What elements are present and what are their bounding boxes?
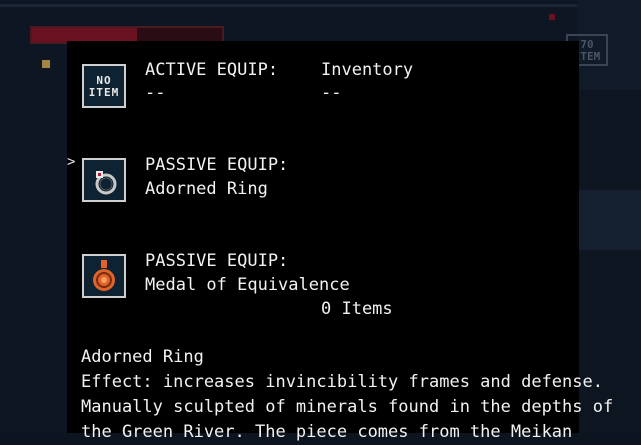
bg-pillar-block	[577, 190, 641, 250]
passive-slot-1[interactable]	[82, 158, 126, 202]
map-marker-icon	[42, 60, 50, 68]
ring-icon	[95, 171, 117, 195]
passive-1-title: PASSIVE EQUIP:	[145, 155, 289, 175]
description-line-2: Manually sculpted of minerals found in t…	[81, 397, 614, 417]
medal-icon	[93, 260, 115, 291]
active-equip-value: --	[145, 83, 166, 103]
no-item-line2: ITEM	[88, 86, 120, 99]
red-light-icon	[549, 14, 555, 20]
selection-cursor: >	[67, 154, 76, 170]
passive-slot-2[interactable]	[82, 254, 126, 298]
bg-ceiling-stripe	[0, 4, 641, 7]
passive-2-value: Medal of Equivalence	[145, 275, 350, 295]
active-equip-slot[interactable]: NO ITEM	[82, 64, 126, 108]
item-description: Adorned Ring Effect: increases invincibi…	[81, 345, 614, 445]
items-count: 0 Items	[321, 299, 393, 319]
description-line-1: Effect: increases invincibility frames a…	[81, 372, 603, 392]
passive-2-title: PASSIVE EQUIP:	[145, 251, 289, 271]
health-bar-fill	[32, 28, 137, 42]
active-equip-title: ACTIVE EQUIP:	[145, 60, 279, 80]
passive-1-value: Adorned Ring	[145, 179, 268, 199]
description-item-name: Adorned Ring	[81, 347, 204, 367]
inventory-title: Inventory	[321, 60, 414, 80]
inventory-value: --	[321, 83, 342, 103]
